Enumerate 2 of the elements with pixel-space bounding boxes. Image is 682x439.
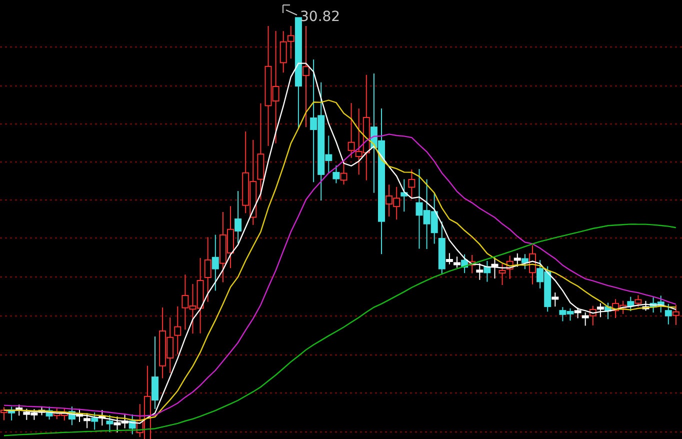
peak-marker-icon <box>282 4 298 16</box>
peak-price-label: 30.82 <box>300 9 340 25</box>
